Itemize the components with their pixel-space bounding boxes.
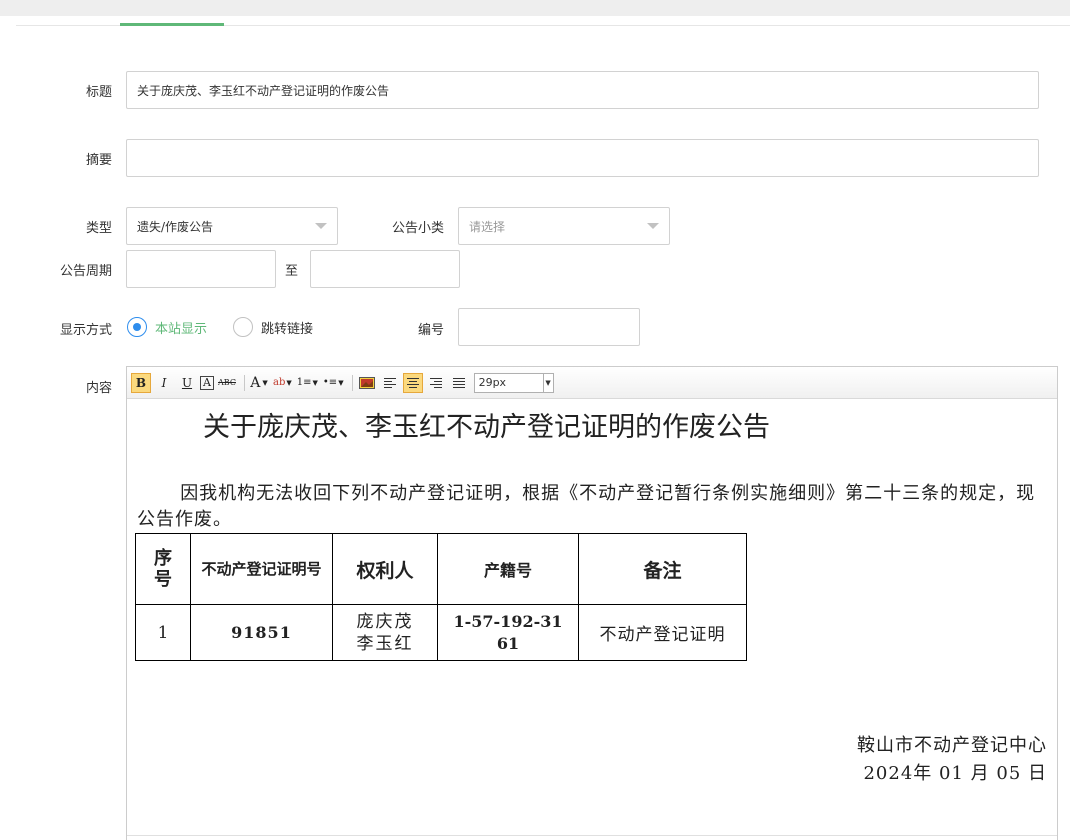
table-header-row: 序号 不动产登记证明号 权利人 产籍号 备注 <box>135 533 747 605</box>
radio-selected-icon <box>127 317 147 337</box>
chevron-down-icon <box>647 223 659 229</box>
rich-text-editor[interactable]: B I U A ABC A ▼ ab ▼ 1≡ ▼ •≡ ▼ 29px ▼ 关于… <box>126 366 1058 840</box>
highlight-label: ab <box>273 377 286 388</box>
border-text-button[interactable]: A <box>200 375 214 390</box>
image-icon <box>358 376 375 389</box>
toolbar-separator <box>351 374 353 391</box>
period-to-label: 至 <box>285 264 299 279</box>
active-tab-indicator[interactable] <box>120 23 224 26</box>
italic-button[interactable]: I <box>154 373 174 393</box>
table-cell: 91851 <box>190 604 333 661</box>
table-cell: 1-57-192-3161 <box>437 604 579 661</box>
display-option-link-label: 跳转链接 <box>261 321 314 337</box>
insert-image-button[interactable] <box>357 373 377 393</box>
align-left-button[interactable] <box>380 373 400 393</box>
chevron-down-icon: ▼ <box>338 378 344 387</box>
table-header-cell: 产籍号 <box>437 533 579 605</box>
table-header-cell: 备注 <box>578 533 747 605</box>
strikethrough-button[interactable]: ABC <box>217 373 237 393</box>
subtype-label: 公告小类 <box>391 221 444 236</box>
period-start-input[interactable] <box>126 250 276 288</box>
top-bar <box>0 0 1070 16</box>
bold-button[interactable]: B <box>131 372 151 393</box>
font-color-label: A <box>250 374 261 391</box>
editor-footer-line <box>127 835 1057 836</box>
table-cell: 庞庆茂 李玉红 <box>332 604 438 661</box>
chevron-down-icon: ▼ <box>542 373 553 392</box>
table-header-cell: 不动产登记证明号 <box>190 533 333 605</box>
align-right-button[interactable] <box>426 373 446 393</box>
table-row: 1 91851 庞庆茂 李玉红 1-57-192-3161 不动产登记证明 <box>135 604 747 661</box>
notice-table: 序号 不动产登记证明号 权利人 产籍号 备注 1 91851 庞庆茂 李玉红 1… <box>135 533 747 661</box>
ordered-list-button[interactable]: 1≡ ▼ <box>296 373 319 393</box>
table-cell: 1 <box>135 604 191 661</box>
ordered-list-icon: 1≡ <box>296 377 312 388</box>
title-input[interactable]: 关于庞庆茂、李玉红不动产登记证明的作废公告 <box>126 71 1039 109</box>
underline-button[interactable]: U <box>177 373 197 393</box>
align-center-button[interactable] <box>402 372 423 393</box>
title-label: 标题 <box>85 85 112 100</box>
align-right-icon <box>429 377 442 388</box>
display-mode-label: 显示方式 <box>59 323 112 338</box>
unordered-list-icon: •≡ <box>322 377 338 388</box>
chevron-down-icon: ▼ <box>262 378 268 387</box>
type-select[interactable]: 遗失/作废公告 <box>126 207 338 245</box>
toolbar-separator <box>244 374 245 391</box>
chevron-down-icon: ▼ <box>286 378 292 387</box>
period-label: 公告周期 <box>59 264 112 279</box>
display-option-link[interactable]: 跳转链接 <box>233 317 313 337</box>
content-label: 内容 <box>85 381 112 396</box>
title-input-value: 关于庞庆茂、李玉红不动产登记证明的作废公告 <box>137 83 390 98</box>
align-justify-icon <box>452 377 465 388</box>
document-date: 2024年 01 月 05 日 <box>863 763 1047 784</box>
align-justify-button[interactable] <box>449 373 469 393</box>
unordered-list-button[interactable]: •≡ ▼ <box>322 373 345 393</box>
table-cell: 不动产登记证明 <box>578 604 747 661</box>
highlight-button[interactable]: ab ▼ <box>272 373 293 393</box>
editor-toolbar: B I U A ABC A ▼ ab ▼ 1≡ ▼ •≡ ▼ 29px ▼ <box>127 367 1057 399</box>
font-size-value: 29px <box>478 376 507 389</box>
chevron-down-icon <box>315 223 327 229</box>
document-title: 关于庞庆茂、李玉红不动产登记证明的作废公告 <box>203 412 770 443</box>
number-label: 编号 <box>417 323 444 338</box>
type-select-value: 遗失/作废公告 <box>137 219 214 234</box>
type-label: 类型 <box>85 221 112 236</box>
document-signer: 鞍山市不动产登记中心 <box>857 735 1047 756</box>
number-input[interactable] <box>458 308 640 346</box>
align-center-icon <box>406 377 419 388</box>
table-header-cell: 权利人 <box>332 533 438 605</box>
display-option-local-label: 本站显示 <box>155 321 208 337</box>
editor-content[interactable]: 关于庞庆茂、李玉红不动产登记证明的作废公告 因我机构无法收回下列不动产登记证明，… <box>127 399 1057 840</box>
subtype-select[interactable]: 请选择 <box>458 207 670 245</box>
period-end-input[interactable] <box>310 250 460 288</box>
radio-unselected-icon <box>233 317 253 337</box>
display-option-local[interactable]: 本站显示 <box>127 317 207 337</box>
font-color-button[interactable]: A ▼ <box>249 373 269 393</box>
align-left-icon <box>383 377 396 388</box>
font-size-select[interactable]: 29px ▼ <box>473 372 554 393</box>
chevron-down-icon: ▼ <box>312 378 318 387</box>
document-body: 因我机构无法收回下列不动产登记证明，根据《不动产登记暂行条例实施细则》第二十三条… <box>137 483 1036 530</box>
summary-label: 摘要 <box>85 153 112 168</box>
table-header-cell: 序号 <box>135 533 191 605</box>
summary-input[interactable] <box>126 139 1039 177</box>
subtype-select-placeholder: 请选择 <box>469 219 506 234</box>
